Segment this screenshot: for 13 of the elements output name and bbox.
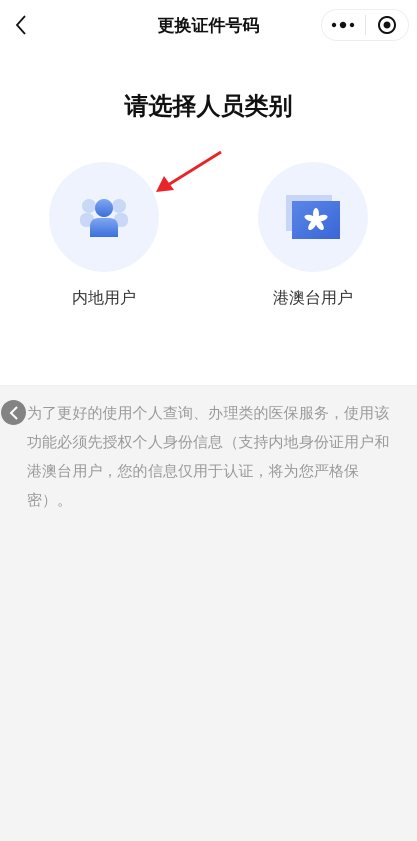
option-label: 港澳台用户: [273, 288, 353, 309]
notice-text: 为了更好的使用个人查询、办理类的医保服务，使用该功能必须先授权个人身份信息（支持内地身份证用户和港澳台用户，您的信息仅用于认证，将为您严格保密）。: [27, 403, 390, 511]
people-icon: [80, 197, 128, 237]
chevron-left-icon: [14, 14, 28, 36]
record-icon: [376, 15, 397, 35]
more-icon: [331, 21, 356, 29]
page-title: 更换证件号码: [158, 14, 260, 36]
option-label: 内地用户: [72, 288, 136, 309]
flag-card-icon: [286, 195, 340, 239]
heading: 请选择人员类别: [123, 91, 294, 122]
annotation-arrow: [154, 150, 224, 194]
floating-back-button[interactable]: [1, 400, 26, 425]
chevron-left-icon: [8, 404, 20, 420]
